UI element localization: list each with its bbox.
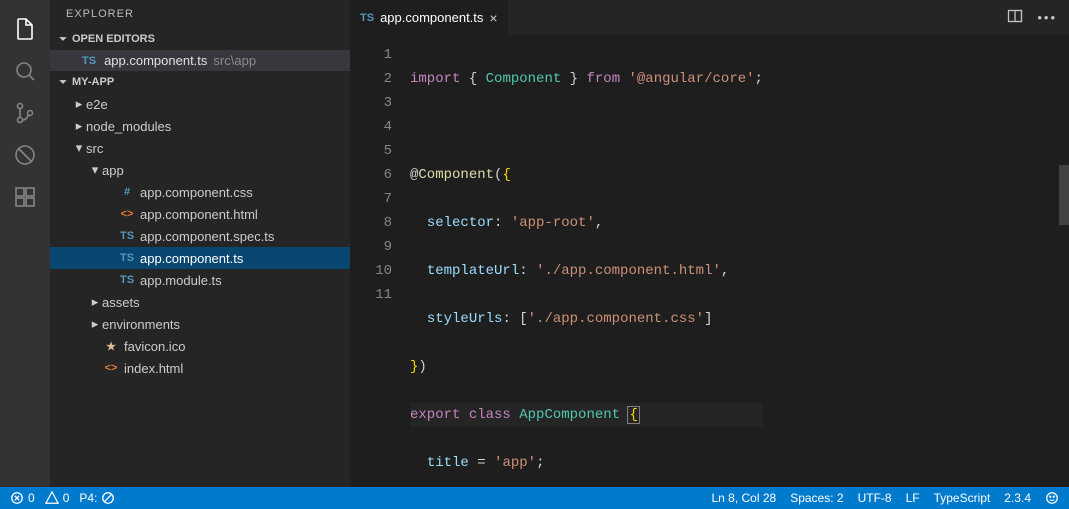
code-content: import { Component } from '@angular/core… bbox=[410, 35, 763, 487]
source-control-activity-icon[interactable] bbox=[0, 92, 50, 134]
split-editor-icon[interactable] bbox=[1007, 8, 1023, 27]
ts-icon: TS bbox=[118, 230, 136, 242]
tree-folder-src[interactable]: ▾ src bbox=[50, 137, 350, 159]
chevron-right-icon: ▸ bbox=[72, 118, 86, 134]
html-icon: <> bbox=[102, 362, 120, 374]
status-version[interactable]: 2.3.4 bbox=[1004, 491, 1031, 505]
css-icon: # bbox=[118, 186, 136, 198]
tree-file-favicon-ico[interactable]: ★ favicon.ico bbox=[50, 335, 350, 357]
tree-label: index.html bbox=[124, 361, 183, 376]
chevron-down-icon: ▾ bbox=[72, 140, 86, 156]
tree-folder-assets[interactable]: ▸ assets bbox=[50, 291, 350, 313]
tree-label: src bbox=[86, 141, 103, 156]
tree-folder-node-modules[interactable]: ▸ node_modules bbox=[50, 115, 350, 137]
tree-label: assets bbox=[102, 295, 140, 310]
status-language[interactable]: TypeScript bbox=[934, 491, 991, 505]
open-editors-label: OPEN EDITORS bbox=[72, 33, 155, 45]
open-editors-header[interactable]: OPEN EDITORS bbox=[50, 28, 350, 50]
chevron-down-icon bbox=[56, 75, 70, 89]
tree-label: favicon.ico bbox=[124, 339, 185, 354]
tree-label: environments bbox=[102, 317, 180, 332]
status-eol[interactable]: LF bbox=[906, 491, 920, 505]
close-icon[interactable]: × bbox=[489, 10, 497, 26]
project-name: MY-APP bbox=[72, 76, 114, 88]
project-header[interactable]: MY-APP bbox=[50, 71, 350, 93]
status-warnings[interactable]: 0 bbox=[45, 491, 70, 505]
tree-file-app-component-spec-ts[interactable]: TS app.component.spec.ts bbox=[50, 225, 350, 247]
editor-actions: ••• bbox=[1007, 8, 1069, 27]
sidebar-title: EXPLORER bbox=[50, 0, 350, 28]
tree-file-index-html[interactable]: <> index.html bbox=[50, 357, 350, 379]
chevron-right-icon: ▸ bbox=[88, 294, 102, 310]
chevron-down-icon bbox=[56, 32, 70, 46]
tree-file-app-module-ts[interactable]: TS app.module.ts bbox=[50, 269, 350, 291]
main-area: EXPLORER OPEN EDITORS TS app.component.t… bbox=[0, 0, 1069, 487]
debug-activity-icon[interactable] bbox=[0, 134, 50, 176]
status-indentation[interactable]: Spaces: 2 bbox=[790, 491, 843, 505]
ts-icon: TS bbox=[118, 274, 136, 286]
tree-folder-e2e[interactable]: ▸ e2e bbox=[50, 93, 350, 115]
status-port[interactable]: P4: bbox=[79, 491, 115, 505]
tree-file-app-component-ts[interactable]: TS app.component.ts bbox=[50, 247, 350, 269]
scrollbar-thumb[interactable] bbox=[1059, 165, 1069, 225]
open-editor-filename: app.component.ts bbox=[104, 53, 207, 68]
explorer-sidebar: EXPLORER OPEN EDITORS TS app.component.t… bbox=[50, 0, 350, 487]
file-tree: ▸ e2e ▸ node_modules ▾ src ▾ app # app.c… bbox=[50, 93, 350, 487]
ts-icon: TS bbox=[360, 12, 374, 24]
tree-file-app-component-css[interactable]: # app.component.css bbox=[50, 181, 350, 203]
search-activity-icon[interactable] bbox=[0, 50, 50, 92]
editor-tab-app-component-ts[interactable]: TS app.component.ts × bbox=[350, 0, 509, 35]
editor-tabs: TS app.component.ts × ••• bbox=[350, 0, 1069, 35]
tree-folder-app[interactable]: ▾ app bbox=[50, 159, 350, 181]
star-icon: ★ bbox=[102, 340, 120, 353]
extensions-activity-icon[interactable] bbox=[0, 176, 50, 218]
ts-icon: TS bbox=[118, 252, 136, 264]
explorer-activity-icon[interactable] bbox=[0, 8, 50, 50]
editor-scrollbar[interactable] bbox=[1055, 35, 1069, 487]
tree-label: app.module.ts bbox=[140, 273, 222, 288]
status-bar: 0 0 P4: Ln 8, Col 28 Spaces: 2 UTF-8 LF … bbox=[0, 487, 1069, 509]
more-actions-icon[interactable]: ••• bbox=[1037, 10, 1057, 25]
tree-label: app.component.html bbox=[140, 207, 258, 222]
status-encoding[interactable]: UTF-8 bbox=[858, 491, 892, 505]
code-editor[interactable]: 1 2 3 4 5 6 7 8 9 10 11 import { Compone… bbox=[350, 35, 1069, 487]
line-number-gutter: 1 2 3 4 5 6 7 8 9 10 11 bbox=[350, 35, 410, 487]
status-cursor-position[interactable]: Ln 8, Col 28 bbox=[711, 491, 776, 505]
tree-label: e2e bbox=[86, 97, 108, 112]
status-feedback-icon[interactable] bbox=[1045, 491, 1059, 505]
tab-filename: app.component.ts bbox=[380, 10, 483, 25]
editor-pane: TS app.component.ts × ••• 1 2 3 4 5 6 7 bbox=[350, 0, 1069, 487]
html-icon: <> bbox=[118, 208, 136, 220]
tree-label: app.component.css bbox=[140, 185, 253, 200]
activity-bar bbox=[0, 0, 50, 487]
tree-folder-environments[interactable]: ▸ environments bbox=[50, 313, 350, 335]
tree-label: app.component.spec.ts bbox=[140, 229, 274, 244]
tree-file-app-component-html[interactable]: <> app.component.html bbox=[50, 203, 350, 225]
open-editor-filepath: src\app bbox=[213, 53, 256, 68]
tree-label: node_modules bbox=[86, 119, 171, 134]
open-editor-item[interactable]: TS app.component.ts src\app bbox=[50, 50, 350, 71]
chevron-right-icon: ▸ bbox=[72, 96, 86, 112]
ts-icon: TS bbox=[82, 55, 96, 67]
chevron-down-icon: ▾ bbox=[88, 162, 102, 178]
tree-label: app bbox=[102, 163, 124, 178]
tree-label: app.component.ts bbox=[140, 251, 243, 266]
chevron-right-icon: ▸ bbox=[88, 316, 102, 332]
status-errors[interactable]: 0 bbox=[10, 491, 35, 505]
